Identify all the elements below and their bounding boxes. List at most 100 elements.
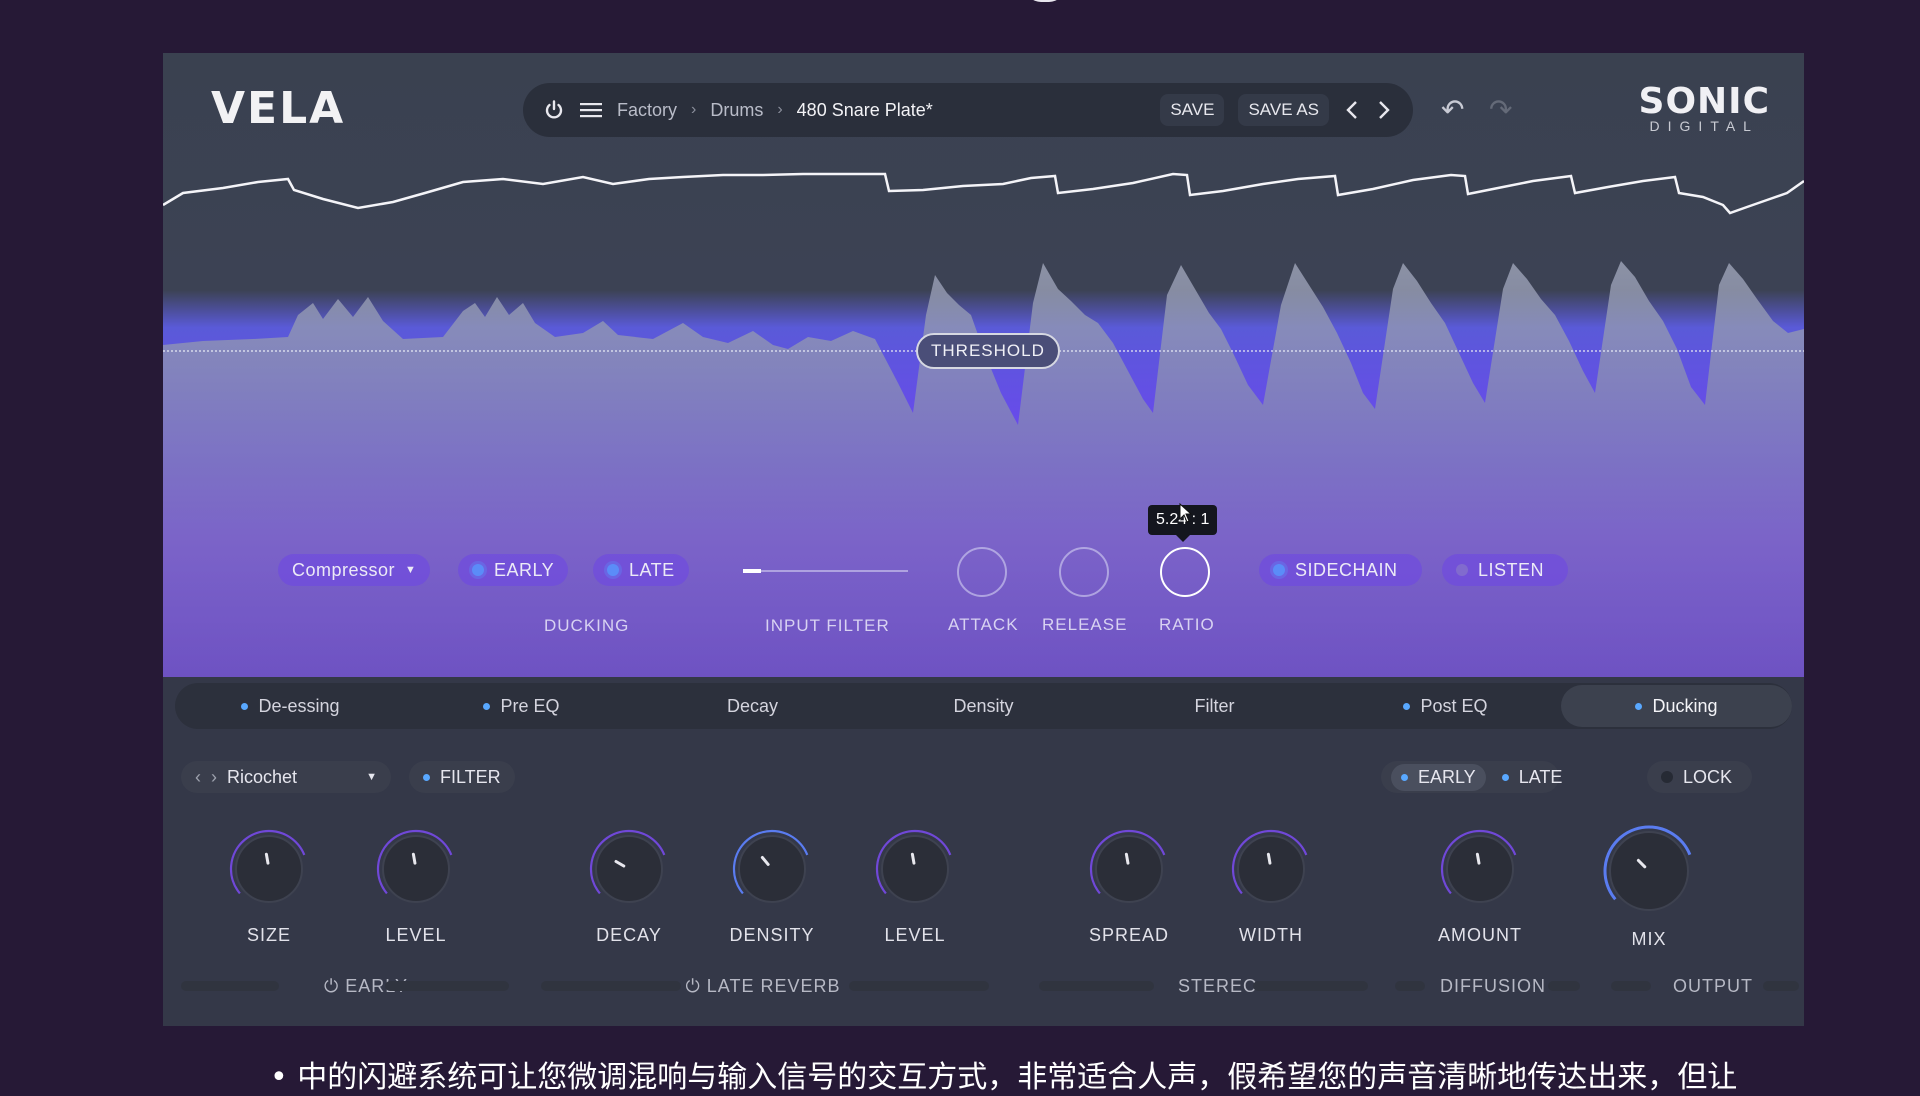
density-knob[interactable] <box>724 821 820 917</box>
knob-graphic <box>1603 825 1695 917</box>
tab-label: Density <box>953 695 1014 716</box>
decay-knob[interactable] <box>581 821 677 917</box>
amount-knob[interactable] <box>1432 821 1528 917</box>
knob-body <box>1237 835 1305 903</box>
tab-label: Pre EQ <box>500 695 560 716</box>
toggle-indicator-icon <box>1456 564 1468 576</box>
breadcrumb-drums[interactable]: Drums <box>710 100 763 121</box>
next-preset-icon[interactable] <box>1375 99 1393 121</box>
group-divider <box>1611 981 1651 991</box>
chevron-right-icon[interactable]: › <box>211 767 217 788</box>
knob-pointer <box>1266 852 1272 865</box>
tab-de-essing[interactable]: De-essing <box>175 685 406 727</box>
power-icon[interactable]: ⏻ <box>324 976 339 996</box>
level-knob[interactable] <box>368 821 464 917</box>
save-as-button[interactable]: SAVE AS <box>1238 94 1329 126</box>
group-divider <box>849 981 989 991</box>
knob-label: DECAY <box>596 925 662 945</box>
early-option[interactable]: EARLY <box>1391 763 1486 791</box>
toggle-indicator-icon <box>472 564 484 576</box>
menu-icon[interactable] <box>579 100 603 120</box>
knob-graphic <box>732 829 812 909</box>
breadcrumb-factory[interactable]: Factory <box>617 100 677 121</box>
group-divider <box>181 981 279 991</box>
late-reverb-group-text: LATE REVERB <box>706 976 841 996</box>
listen-toggle[interactable]: LISTEN <box>1442 554 1569 586</box>
mix-knob[interactable] <box>1589 811 1709 931</box>
knob-label: DENSITY <box>729 925 815 945</box>
tab-label: Ducking <box>1652 695 1718 716</box>
ducking-late-toggle[interactable]: LATE <box>593 554 689 586</box>
lock-toggle[interactable]: LOCK <box>1647 761 1753 793</box>
previous-preset-icon[interactable] <box>1343 99 1361 121</box>
tab-filter[interactable]: Filter <box>1099 685 1330 727</box>
module-tabs: De-essing Pre EQ Decay Density Filter Po… <box>175 683 1792 729</box>
chevron-down-icon: ▼ <box>366 771 377 783</box>
release-label: RELEASE <box>1042 615 1128 634</box>
early-late-switch[interactable]: EARLY LATE <box>1381 761 1562 793</box>
group-divider <box>1763 981 1799 991</box>
early-label: EARLY <box>1418 766 1476 787</box>
tab-post-eq[interactable]: Post EQ <box>1330 685 1561 727</box>
power-icon[interactable]: ⏻ <box>686 976 701 996</box>
chevron-left-icon[interactable]: ‹ <box>195 767 201 788</box>
knob-graphic <box>1089 829 1169 909</box>
tab-density[interactable]: Density <box>868 685 1099 727</box>
toggle-indicator-icon <box>1273 564 1285 576</box>
knob-label: SPREAD <box>1088 925 1170 945</box>
tab-ducking[interactable]: Ducking <box>1561 685 1792 727</box>
size-knob[interactable] <box>221 821 317 917</box>
sidechain-toggle[interactable]: SIDECHAIN <box>1259 554 1422 586</box>
knob-graphic <box>376 829 456 909</box>
ducking-early-toggle[interactable]: EARLY <box>458 554 569 586</box>
ducking-early-label: EARLY <box>494 559 555 580</box>
power-icon[interactable] <box>543 99 565 121</box>
chevron-down-icon: ▼ <box>405 564 417 576</box>
knob-label: WIDTH <box>1239 925 1303 945</box>
late-reverb-group-label[interactable]: ⏻ LATE REVERB <box>683 976 843 997</box>
threshold-handle[interactable]: THRESHOLD <box>916 333 1060 369</box>
knob-graphic <box>229 829 309 909</box>
spread-knob[interactable] <box>1081 821 1177 917</box>
active-dot-icon <box>1403 702 1411 710</box>
tab-label: Filter <box>1194 695 1235 716</box>
brand-line-2: DIGITAL <box>1649 118 1759 134</box>
ratio-knob[interactable] <box>1160 547 1210 597</box>
filter-toggle[interactable]: FILTER <box>409 761 515 793</box>
input-filter-slider[interactable] <box>743 569 908 573</box>
preset-name[interactable]: 480 Snare Plate* <box>797 100 933 121</box>
toggle-indicator-icon <box>1501 773 1509 781</box>
preset-selector[interactable]: ‹ › Ricochet ▼ <box>181 761 391 793</box>
listen-label: LISTEN <box>1478 559 1545 580</box>
output-group-label: OUTPUT <box>1673 976 1753 996</box>
sonic-digital-logo: SONIC DIGITAL <box>1639 81 1770 134</box>
ducking-mode-dropdown[interactable]: Compressor ▼ <box>278 554 431 586</box>
attack-knob[interactable] <box>957 547 1007 597</box>
save-button[interactable]: SAVE <box>1160 94 1225 126</box>
knob-body <box>881 835 949 903</box>
tab-label: Post EQ <box>1420 695 1488 716</box>
mouse-cursor-icon <box>1179 502 1193 528</box>
release-knob[interactable] <box>1059 547 1109 597</box>
sidechain-label: SIDECHAIN <box>1295 559 1398 580</box>
diffusion-group-label: DIFFUSION <box>1440 976 1546 996</box>
width-knob[interactable] <box>1223 821 1319 917</box>
group-divider <box>1395 981 1425 991</box>
ducking-mode-value: Compressor <box>292 559 396 580</box>
tab-pre-eq[interactable]: Pre EQ <box>406 685 637 727</box>
redo-icon[interactable]: ↷ <box>1489 93 1512 126</box>
active-dot-icon <box>1635 702 1643 710</box>
breadcrumb-separator-icon: › <box>777 101 783 118</box>
preset-value: Ricochet <box>227 766 298 787</box>
knob-label: SIZE <box>246 925 291 945</box>
knob-label: MIX <box>1631 929 1667 949</box>
knob-body <box>1609 831 1689 911</box>
late-level-knob[interactable] <box>867 821 963 917</box>
toggle-indicator-icon <box>1661 771 1673 783</box>
undo-icon[interactable]: ↶ <box>1441 93 1464 126</box>
late-option[interactable]: LATE <box>1501 767 1562 788</box>
tab-decay[interactable]: Decay <box>637 685 868 727</box>
knob-body <box>382 835 450 903</box>
knob-body <box>738 835 806 903</box>
group-divider <box>541 981 681 991</box>
